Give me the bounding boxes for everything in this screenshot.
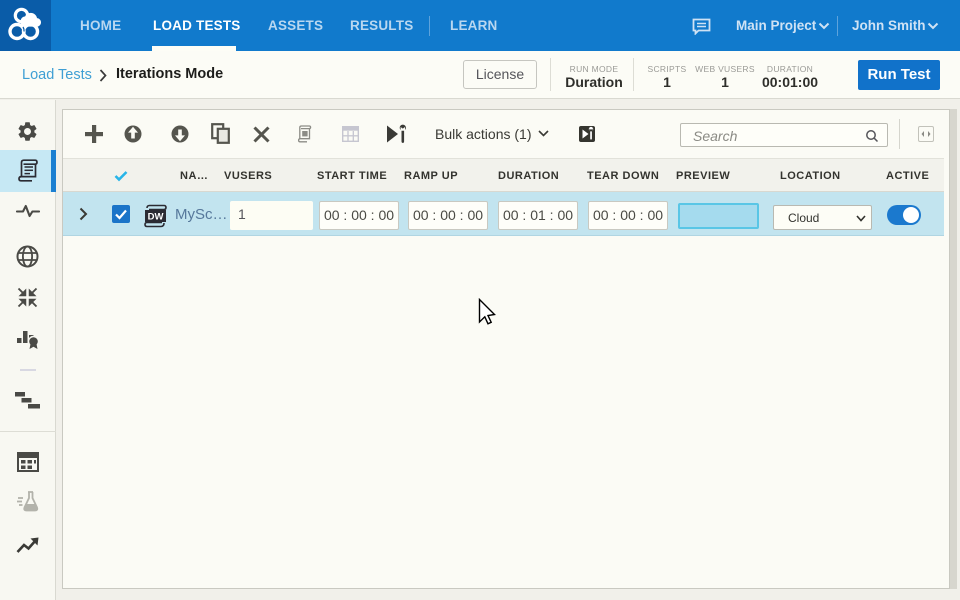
svg-text:DW: DW	[148, 211, 164, 222]
